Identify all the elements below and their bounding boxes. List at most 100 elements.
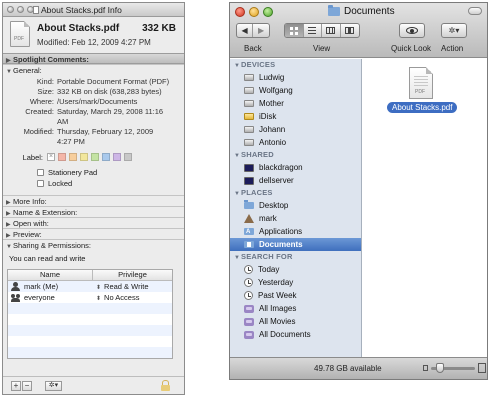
finder-title: Documents	[328, 5, 395, 17]
icon-size-slider-knob[interactable]	[436, 363, 444, 373]
general-row-value: 4:27 PM	[57, 137, 85, 146]
sidebar-item-yesterday[interactable]: Yesterday	[230, 276, 361, 289]
label-color-swatch[interactable]	[113, 153, 121, 161]
hdd-icon	[244, 139, 254, 146]
general-row: Created: Saturday, March 29, 2008 11:16	[3, 107, 184, 117]
general-section-header[interactable]: ▼General:	[3, 64, 184, 75]
locked-checkbox[interactable]	[37, 180, 44, 187]
icon-view-button[interactable]	[285, 24, 304, 37]
action-button[interactable]: ✲▾	[442, 24, 466, 37]
permission-name: mark (Me)	[24, 282, 59, 291]
disclosure-triangle-open-icon[interactable]: ▼	[6, 242, 13, 253]
sidebar-item-all-documents[interactable]: All Documents	[230, 328, 361, 341]
eye-icon	[406, 27, 418, 34]
close-button[interactable]	[7, 6, 14, 13]
general-row: Size: 332 KB on disk (638,283 bytes)	[3, 87, 184, 97]
add-permission-button[interactable]: +	[11, 381, 21, 391]
smart-folder-icon	[244, 330, 254, 339]
minimize-button[interactable]	[17, 6, 24, 13]
label-color-swatch[interactable]	[102, 153, 110, 161]
sidebar-item-today[interactable]: Today	[230, 263, 361, 276]
spotlight-comments-section[interactable]: ▶ Spotlight Comments:	[3, 53, 184, 64]
sidebar-item-label: blackdragon	[259, 163, 303, 172]
locked-option[interactable]: Locked	[37, 178, 184, 189]
sidebar-item-wolfgang[interactable]: Wolfgang	[230, 84, 361, 97]
general-row: Where:/Users/mark/Documents	[3, 97, 184, 107]
hdd-icon	[244, 126, 254, 133]
permissions-table: Name Privilege mark (Me) ⬍ Read & Write eve…	[7, 269, 173, 359]
quick-look-button[interactable]	[400, 24, 424, 37]
permission-privilege-cell[interactable]: ⬍ Read & Write	[93, 281, 172, 292]
sidebar-heading[interactable]: ▼PLACES	[230, 187, 361, 199]
stationery-pad-checkbox[interactable]	[37, 169, 44, 176]
sidebar-item-past-week[interactable]: Past Week	[230, 289, 361, 302]
more-info-section[interactable]: ▶ More Info:	[3, 195, 184, 206]
toolbar-toggle-button[interactable]	[468, 7, 482, 15]
back-label: Back	[244, 44, 262, 53]
minimize-button[interactable]	[249, 7, 259, 17]
disclosure-triangle-open-icon[interactable]: ▼	[234, 150, 241, 162]
sidebar-item-desktop[interactable]: Desktop	[230, 199, 361, 212]
sidebar-item-blackdragon[interactable]: blackdragon	[230, 161, 361, 174]
pdf-file-icon[interactable]: PDF	[409, 67, 433, 99]
gear-menu-button[interactable]: ✲▾	[45, 381, 62, 391]
file-name-label[interactable]: About Stacks.pdf	[387, 102, 458, 113]
zoom-button[interactable]	[263, 7, 273, 17]
general-row: Modified: Thursday, February 12, 2009	[3, 127, 184, 137]
sidebar-item-documents[interactable]: Documents	[230, 238, 361, 251]
sidebar-heading[interactable]: ▼DEVICES	[230, 59, 361, 71]
permission-privilege-cell[interactable]: ⬍ No Access	[93, 292, 172, 303]
sidebar-item-all-images[interactable]: All Images	[230, 302, 361, 315]
general-label: General:	[13, 66, 42, 75]
permission-row[interactable]: everyone ⬍ No Access	[8, 292, 172, 303]
sharing-permissions-section-header[interactable]: ▼Sharing & Permissions:	[3, 239, 184, 250]
sidebar-item-idisk[interactable]: iDisk	[230, 110, 361, 123]
sidebar-item-label: Johann	[259, 125, 286, 134]
info-titlebar[interactable]: About Stacks.pdf Info	[3, 3, 184, 17]
lock-icon[interactable]	[161, 380, 170, 391]
sidebar-item-mark[interactable]: mark	[230, 212, 361, 225]
sidebar-heading[interactable]: ▼SHARED	[230, 149, 361, 161]
general-rows: Kind: Portable Document Format (PDF) Size:…	[3, 77, 184, 147]
privilege-column-header[interactable]: Privilege	[93, 270, 172, 280]
name-column-header[interactable]: Name	[8, 270, 93, 280]
label-picker: Label: ×	[3, 151, 184, 163]
sharing-permissions-section: You can read and write	[3, 250, 184, 269]
remove-permission-button[interactable]: −	[22, 381, 32, 391]
permission-row[interactable]: mark (Me) ⬍ Read & Write	[8, 281, 172, 292]
label-color-swatch[interactable]	[80, 153, 88, 161]
action-control: ✲▾	[441, 23, 467, 38]
sidebar-heading-label: SHARED	[241, 150, 274, 159]
label-color-swatch[interactable]	[69, 153, 77, 161]
sidebar-item-johann[interactable]: Johann	[230, 123, 361, 136]
sidebar-item-antonio[interactable]: Antonio	[230, 136, 361, 149]
forward-button[interactable]: ▶	[253, 24, 269, 37]
permission-privilege: No Access	[104, 293, 140, 302]
disclosure-triangle-open-icon[interactable]: ▼	[234, 188, 241, 200]
close-button[interactable]	[235, 7, 245, 17]
cover-flow-button[interactable]	[341, 24, 359, 37]
disclosure-triangle-open-icon[interactable]: ▼	[234, 60, 241, 72]
file-text-lines	[414, 76, 428, 88]
sidebar-item-all-movies[interactable]: All Movies	[230, 315, 361, 328]
list-view-button[interactable]	[304, 24, 322, 37]
back-button[interactable]: ◀	[237, 24, 254, 37]
stationery-pad-option[interactable]: Stationery Pad	[37, 167, 184, 178]
general-row-key: Created:	[25, 107, 54, 116]
label-color-swatch[interactable]	[91, 153, 99, 161]
label-color-swatch[interactable]	[58, 153, 66, 161]
sidebar-item-applications[interactable]: Applications	[230, 225, 361, 239]
column-view-button[interactable]	[322, 24, 341, 37]
sidebar-item-dellserver[interactable]: dellserver	[230, 174, 361, 187]
label-none-swatch[interactable]: ×	[47, 153, 55, 161]
open-with-section[interactable]: ▶ Open with:	[3, 217, 184, 228]
label-color-swatch[interactable]	[124, 153, 132, 161]
preview-section[interactable]: ▶ Preview:	[3, 228, 184, 239]
updown-arrows-icon: ⬍	[96, 296, 102, 302]
disclosure-triangle-open-icon[interactable]: ▼	[234, 252, 241, 264]
sidebar-item-mother[interactable]: Mother	[230, 97, 361, 110]
name-extension-section[interactable]: ▶ Name & Extension:	[3, 206, 184, 217]
sidebar-heading[interactable]: ▼SEARCH FOR	[230, 251, 361, 263]
finder-content: PDF About Stacks.pdf	[363, 59, 487, 359]
sidebar-item-ludwig[interactable]: Ludwig	[230, 71, 361, 84]
